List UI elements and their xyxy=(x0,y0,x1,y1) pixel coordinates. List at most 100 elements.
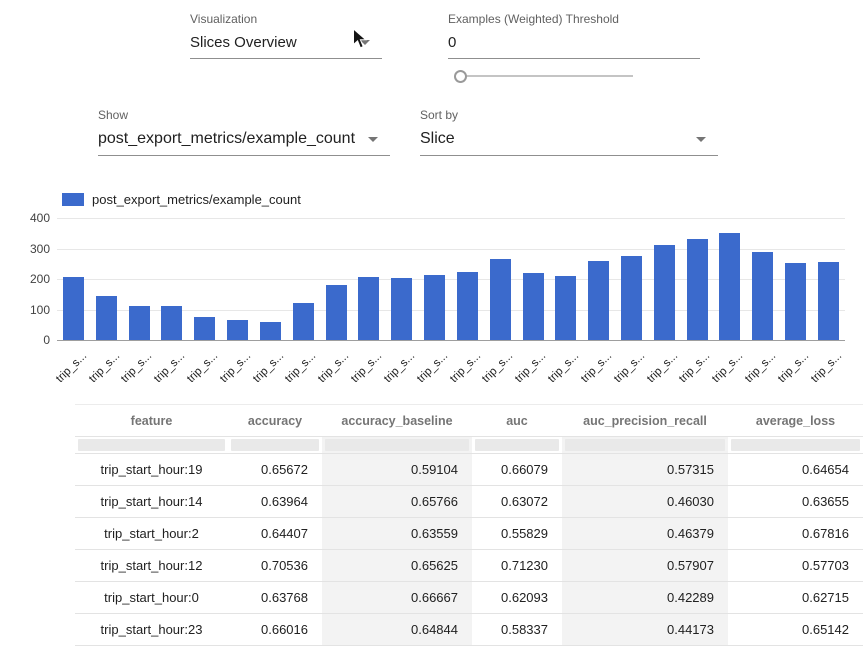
bar[interactable] xyxy=(96,296,117,340)
threshold-slider[interactable] xyxy=(455,69,633,83)
filter-input-average_loss[interactable] xyxy=(731,439,860,451)
bar[interactable] xyxy=(194,317,215,340)
bar[interactable] xyxy=(326,285,347,340)
filter-cell xyxy=(228,437,322,453)
visualization-label: Visualization xyxy=(190,12,382,26)
plot-area xyxy=(57,218,845,340)
sortby-label: Sort by xyxy=(420,108,718,122)
x-tick-label: trip_s... xyxy=(353,346,385,394)
bar[interactable] xyxy=(818,262,839,340)
legend-label: post_export_metrics/example_count xyxy=(92,192,301,207)
x-tick-label: trip_s... xyxy=(812,346,844,394)
table-row: trip_start_hour:190.656720.591040.660790… xyxy=(75,454,863,486)
show-label: Show xyxy=(98,108,390,122)
filter-input-auc_precision_recall[interactable] xyxy=(565,439,725,451)
x-tick-label: trip_s... xyxy=(648,346,680,394)
table-row: trip_start_hour:120.705360.656250.712300… xyxy=(75,550,863,582)
bar[interactable] xyxy=(358,277,379,340)
metric-cell: 0.63655 xyxy=(728,486,863,517)
metric-cell: 0.70536 xyxy=(228,550,322,581)
bar[interactable] xyxy=(555,276,576,340)
bar[interactable] xyxy=(129,306,150,340)
metric-cell: 0.59104 xyxy=(322,454,472,485)
filter-cell xyxy=(75,437,228,453)
metric-cell: 0.64844 xyxy=(322,614,472,645)
metrics-table: featureaccuracyaccuracy_baselineaucauc_p… xyxy=(75,404,863,646)
bar[interactable] xyxy=(719,233,740,340)
filter-input-accuracy[interactable] xyxy=(231,439,319,451)
visualization-select[interactable]: Slices Overview xyxy=(190,34,382,59)
bar[interactable] xyxy=(654,245,675,340)
legend-swatch xyxy=(62,193,84,206)
metric-cell: 0.71230 xyxy=(472,550,562,581)
column-header-accuracy: accuracy xyxy=(228,405,322,436)
metric-cell: 0.44173 xyxy=(562,614,728,645)
chevron-down-icon xyxy=(368,137,378,142)
x-tick-label: trip_s... xyxy=(484,346,516,394)
column-header-average_loss: average_loss xyxy=(728,405,863,436)
bar[interactable] xyxy=(161,306,182,340)
bar[interactable] xyxy=(523,273,544,340)
x-tick-label: trip_s... xyxy=(156,346,188,394)
column-header-accuracy_baseline: accuracy_baseline xyxy=(322,405,472,436)
filter-input-auc[interactable] xyxy=(475,439,559,451)
metric-cell: 0.65142 xyxy=(728,614,863,645)
bar[interactable] xyxy=(63,277,84,340)
metric-cell: 0.63072 xyxy=(472,486,562,517)
metric-cell: 0.65766 xyxy=(322,486,472,517)
y-tick-label: 200 xyxy=(30,272,50,286)
y-tick-label: 400 xyxy=(30,211,50,225)
bar[interactable] xyxy=(260,322,281,340)
filter-cell xyxy=(322,437,472,453)
filter-input-accuracy_baseline[interactable] xyxy=(325,439,469,451)
threshold-input[interactable]: 0 xyxy=(448,34,700,59)
y-tick-label: 300 xyxy=(30,242,50,256)
metric-cell: 0.63768 xyxy=(228,582,322,613)
bar[interactable] xyxy=(457,272,478,340)
metric-cell: 0.64654 xyxy=(728,454,863,485)
bar[interactable] xyxy=(293,303,314,340)
show-value: post_export_metrics/example_count xyxy=(98,130,355,148)
bar[interactable] xyxy=(227,320,248,340)
metric-cell: 0.67816 xyxy=(728,518,863,549)
table-row: trip_start_hour:20.644070.635590.558290.… xyxy=(75,518,863,550)
visualization-value: Slices Overview xyxy=(190,34,297,51)
feature-cell: trip_start_hour:19 xyxy=(75,454,228,485)
y-tick-label: 100 xyxy=(30,303,50,317)
bar[interactable] xyxy=(752,252,773,340)
table-header-row: featureaccuracyaccuracy_baselineaucauc_p… xyxy=(75,405,863,437)
metric-cell: 0.63559 xyxy=(322,518,472,549)
chevron-down-icon xyxy=(696,137,706,142)
x-tick-label: trip_s... xyxy=(517,346,549,394)
metric-cell: 0.58337 xyxy=(472,614,562,645)
column-header-feature: feature xyxy=(75,405,228,436)
filter-cell xyxy=(562,437,728,453)
y-axis-labels: 0100200300400 xyxy=(15,218,50,340)
column-header-auc_precision_recall: auc_precision_recall xyxy=(562,405,728,436)
show-select[interactable]: post_export_metrics/example_count xyxy=(98,130,390,156)
table-row: trip_start_hour:140.639640.657660.630720… xyxy=(75,486,863,518)
metric-cell: 0.57703 xyxy=(728,550,863,581)
bars xyxy=(57,218,845,340)
bar[interactable] xyxy=(687,239,708,340)
x-tick-label: trip_s... xyxy=(254,346,286,394)
bar[interactable] xyxy=(424,275,445,340)
slider-track[interactable] xyxy=(455,75,633,77)
slider-thumb[interactable] xyxy=(454,70,467,83)
x-tick-label: trip_s... xyxy=(189,346,221,394)
metric-cell: 0.64407 xyxy=(228,518,322,549)
x-tick-label: trip_s... xyxy=(287,346,319,394)
bar[interactable] xyxy=(785,263,806,340)
metric-cell: 0.66667 xyxy=(322,582,472,613)
x-tick-label: trip_s... xyxy=(714,346,746,394)
x-tick-label: trip_s... xyxy=(123,346,155,394)
x-tick-label: trip_s... xyxy=(583,346,615,394)
filter-input-feature[interactable] xyxy=(78,439,225,451)
sortby-select[interactable]: Slice xyxy=(420,130,718,156)
table-row: trip_start_hour:230.660160.648440.583370… xyxy=(75,614,863,646)
bar[interactable] xyxy=(621,256,642,340)
bar[interactable] xyxy=(490,259,511,340)
metric-cell: 0.42289 xyxy=(562,582,728,613)
bar[interactable] xyxy=(588,261,609,340)
bar[interactable] xyxy=(391,278,412,340)
